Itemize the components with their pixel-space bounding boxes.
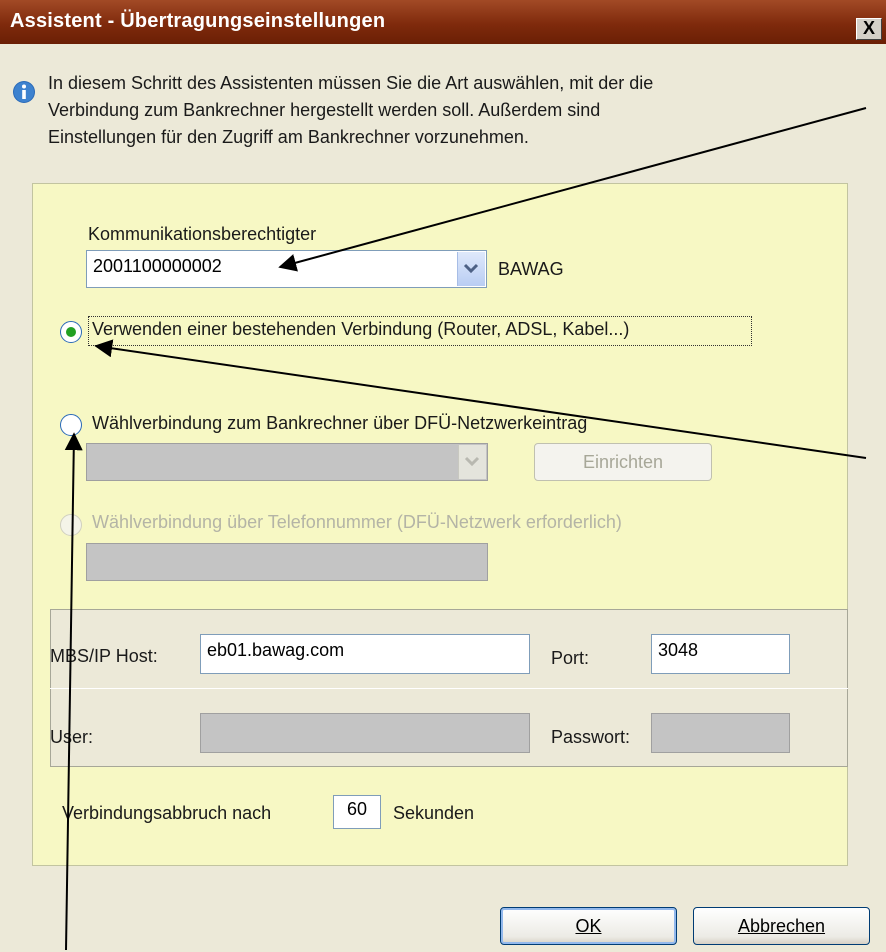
label-existing-connection[interactable]: Verwenden einer bestehenden Verbindung (… bbox=[92, 319, 629, 340]
label-dialup-dfu[interactable]: Wählverbindung zum Bankrechner über DFÜ-… bbox=[92, 413, 587, 434]
password-label: Passwort: bbox=[551, 727, 631, 747]
info-line: In diesem Schritt des Assistenten müssen… bbox=[48, 73, 654, 93]
timeout-unit: Sekunden bbox=[393, 803, 475, 823]
cancel-button[interactable]: Abbrechen bbox=[693, 907, 870, 945]
kommunikation-value: 2001100000002 bbox=[93, 256, 222, 276]
title-bar[interactable]: Assistent - Übertragungseinstellungen X bbox=[0, 0, 886, 44]
transfer-settings-dialog: Assistent - Übertragungseinstellungen X … bbox=[0, 0, 886, 952]
port-input[interactable]: 3048 bbox=[651, 634, 790, 674]
cancel-label: Abbrechen bbox=[737, 916, 826, 936]
dfu-entry-select[interactable] bbox=[86, 443, 488, 481]
setup-button[interactable]: Einrichten bbox=[534, 443, 712, 481]
dialog-title: Assistent - Übertragungseinstellungen bbox=[10, 10, 386, 32]
info-icon bbox=[13, 81, 35, 103]
ok-label: OK bbox=[575, 916, 602, 936]
timeout-input[interactable]: 60 bbox=[333, 795, 381, 829]
host-input[interactable]: eb01.bawag.com bbox=[200, 634, 530, 674]
close-icon: X bbox=[862, 18, 875, 38]
info-line: Einstellungen für den Zugriff am Bankrec… bbox=[48, 127, 529, 147]
chevron-down-icon bbox=[464, 456, 480, 467]
label-dialup-phone: Wählverbindung über Telefonnummer (DFÜ-N… bbox=[92, 512, 622, 532]
radio-dialup-phone[interactable] bbox=[60, 514, 82, 536]
user-field[interactable] bbox=[200, 713, 530, 753]
timeout-label: Verbindungsabbruch nach bbox=[62, 803, 272, 823]
chevron-down-icon bbox=[463, 263, 479, 274]
kommunikation-select[interactable]: 2001100000002 bbox=[86, 250, 487, 288]
info-text: In diesem Schritt des Assistenten müssen… bbox=[48, 70, 848, 151]
password-field[interactable] bbox=[651, 713, 790, 753]
dropdown-button[interactable] bbox=[458, 445, 486, 479]
port-label: Port: bbox=[551, 648, 590, 668]
dropdown-button[interactable] bbox=[457, 252, 485, 286]
radio-dialup-dfu[interactable] bbox=[60, 414, 82, 436]
user-label: User: bbox=[50, 727, 94, 747]
close-button[interactable]: X bbox=[856, 18, 882, 40]
phone-number-field[interactable] bbox=[86, 543, 488, 581]
bank-name: BAWAG bbox=[498, 259, 564, 279]
host-label: MBS/IP Host: bbox=[50, 646, 158, 666]
ok-button[interactable]: OK bbox=[500, 907, 677, 945]
kommunikation-label: Kommunikationsberechtigter bbox=[88, 224, 317, 244]
radio-existing-connection[interactable] bbox=[60, 321, 82, 343]
info-line: Verbindung zum Bankrechner hergestellt w… bbox=[48, 100, 601, 120]
group-divider bbox=[50, 688, 848, 689]
